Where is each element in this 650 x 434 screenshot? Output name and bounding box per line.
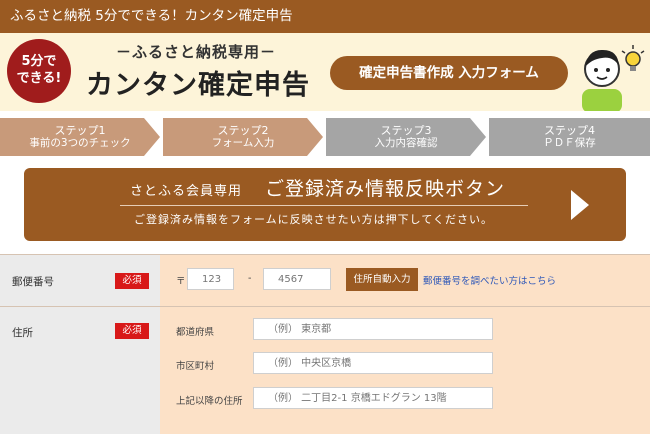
top-bar-title: ふるさと納税 5分でできる！カンタン確定申告	[10, 8, 293, 24]
postal-lookup-link[interactable]: 郵便番号を調べたい方はこちら	[423, 273, 556, 287]
address-form: 郵便番号 必須 〒 - 住所自動入力 郵便番号を調べたい方はこちら 住所 必須 …	[0, 254, 650, 434]
step-3-number: ステップ3	[380, 124, 432, 137]
badge-line1: 5分で	[21, 54, 57, 69]
cta-divider	[120, 205, 528, 206]
form-top-border	[0, 254, 650, 255]
play-arrow-icon	[571, 190, 589, 220]
city-input[interactable]	[253, 352, 493, 374]
badge-line2: できる!	[16, 71, 62, 86]
hero-banner: 5分で できる! －ふるさと納税専用－ カンタン確定申告 確定申告書作成 入力フ…	[0, 33, 650, 111]
postal-code-first-input[interactable]	[187, 268, 234, 290]
step-2-number: ステップ2	[217, 124, 269, 137]
postal-code-label: 郵便番号	[12, 276, 54, 288]
step-progress: ステップ1 事前の3つのチェック ステップ2 フォーム入力 ステップ3 入力内容…	[0, 118, 650, 156]
cta-description: ご登録済み情報をフォームに反映させたい方は押下してください。	[134, 213, 494, 226]
address-autofill-button[interactable]: 住所自動入力	[346, 268, 418, 291]
person-lightbulb-icon	[582, 45, 645, 111]
postal-mark: 〒	[176, 276, 186, 287]
row-divider	[0, 306, 650, 307]
step-1-label: 事前の3つのチェック	[29, 137, 131, 149]
required-badge: 必須	[115, 323, 149, 339]
street-address-label: 上記以降の住所	[176, 396, 243, 407]
cta-member-label: さとふる会員専用	[130, 184, 243, 199]
step-3: ステップ3 入力内容確認	[326, 118, 486, 156]
hero-title: カンタン確定申告	[86, 70, 310, 101]
required-badge: 必須	[115, 273, 149, 289]
step-4-number: ステップ4	[544, 124, 595, 137]
city-label: 市区町村	[176, 361, 215, 372]
five-minutes-badge: 5分で できる!	[7, 39, 71, 103]
top-bar: ふるさと納税 5分でできる！カンタン確定申告	[0, 0, 650, 33]
step-4-label: ＰＤＦ保存	[543, 137, 596, 149]
step-2: ステップ2 フォーム入力	[163, 118, 323, 156]
street-address-input[interactable]	[253, 387, 493, 409]
step-1: ステップ1 事前の3つのチェック	[0, 118, 160, 156]
form-title-pill: 確定申告書作成 入力フォーム	[330, 56, 568, 90]
address-label: 住所	[12, 327, 33, 339]
step-1-number: ステップ1	[54, 124, 106, 137]
prefecture-label: 都道府県	[176, 327, 215, 338]
step-3-label: 入力内容確認	[374, 137, 438, 149]
postal-dash: -	[248, 273, 252, 284]
hero-subtitle: －ふるさと納税専用－	[116, 43, 277, 61]
postal-code-second-input[interactable]	[263, 268, 331, 290]
prefecture-input[interactable]	[253, 318, 493, 340]
cta-title: ご登録済み情報反映ボタン	[265, 178, 506, 200]
registered-info-reflect-button[interactable]: さとふる会員専用 ご登録済み情報反映ボタン ご登録済み情報をフォームに反映させた…	[24, 168, 626, 241]
step-4: ステップ4 ＰＤＦ保存	[489, 118, 650, 156]
step-2-label: フォーム入力	[211, 137, 275, 149]
